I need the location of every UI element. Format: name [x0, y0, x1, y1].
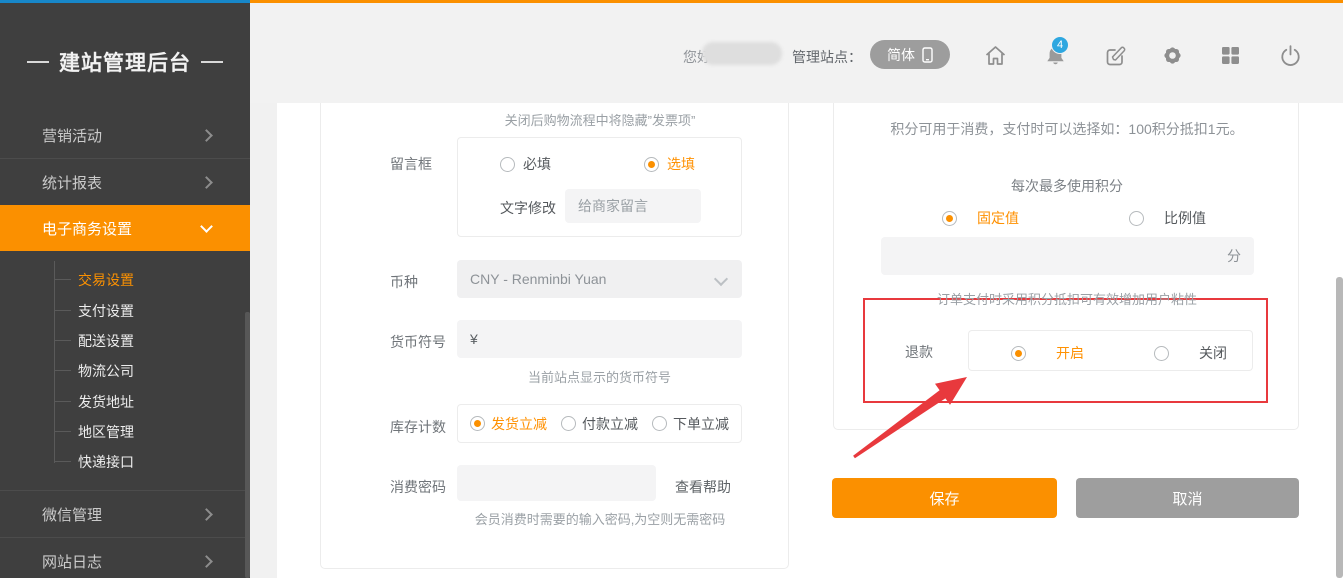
consume-password-input[interactable]: [457, 465, 656, 501]
content-gutter: [250, 103, 277, 578]
stock-count-label: 库存计数: [390, 417, 446, 437]
currency-label: 币种: [390, 272, 418, 292]
title-dash-left: [27, 61, 49, 63]
power-icon[interactable]: [1278, 43, 1303, 68]
message-optional-option[interactable]: 选填: [667, 154, 695, 174]
sidebar-subitem-label: 物流公司: [78, 361, 134, 381]
submenu-tree-tick: [54, 461, 71, 462]
chevron-down-icon: [200, 220, 213, 233]
sidebar-subitem-shipping-address[interactable]: 发货地址: [78, 391, 134, 413]
max-points-label: 每次最多使用积分: [834, 176, 1300, 196]
app-title-text: 建站管理后台: [59, 47, 191, 77]
sidebar-subitem-label: 配送设置: [78, 331, 134, 351]
sidebar-subitem-delivery-settings[interactable]: 配送设置: [78, 330, 134, 352]
message-required-option[interactable]: 必填: [523, 154, 551, 174]
stock-count-group: 发货立减 付款立减 下单立减: [457, 404, 742, 443]
message-optional-radio[interactable]: [644, 157, 659, 172]
points-intro: 积分可用于消费，支付时可以选择如：100积分抵扣1元。: [834, 119, 1300, 139]
submenu-tree-tick: [54, 401, 71, 402]
sidebar-subitem-label: 支付设置: [78, 301, 134, 321]
sidebar-item-site-logs[interactable]: 网站日志: [0, 538, 250, 578]
stock-ship-deduct-radio[interactable]: [470, 416, 485, 431]
submenu-tree-tick: [54, 340, 71, 341]
consume-password-label: 消费密码: [390, 477, 446, 497]
sidebar-item-label: 电子商务设置: [42, 218, 132, 239]
sidebar-subitem-label: 快递接口: [78, 452, 134, 472]
submenu-tree-tick: [54, 310, 71, 311]
message-text-input[interactable]: [565, 189, 701, 223]
managed-site-label: 管理站点：: [792, 47, 862, 67]
edit-icon[interactable]: [1103, 43, 1128, 68]
consume-password-hint: 会员消费时需要的输入密码,为空则无需密码: [425, 509, 775, 528]
sidebar-subitem-region-management[interactable]: 地区管理: [78, 421, 134, 443]
username-redacted: [702, 42, 782, 65]
max-points-input[interactable]: 分: [881, 237, 1254, 275]
site-switch-label: 简体: [887, 45, 915, 65]
stock-pay-deduct-option[interactable]: 付款立减: [582, 414, 638, 434]
chevron-right-icon: [200, 176, 213, 189]
home-icon[interactable]: [983, 43, 1008, 68]
message-required-radio[interactable]: [500, 157, 515, 172]
stock-pay-deduct-radio[interactable]: [561, 416, 576, 431]
sidebar-subitem-label: 交易设置: [78, 270, 134, 290]
sidebar-item-label: 网站日志: [42, 551, 102, 572]
sidebar-subitem-label: 发货地址: [78, 392, 134, 412]
ratio-value-radio[interactable]: [1129, 211, 1144, 226]
sidebar-subitem-payment-settings[interactable]: 支付设置: [78, 300, 134, 322]
sidebar: 建站管理后台 营销活动 统计报表 电子商务设置 交易设置 支付设置 配送设置 物…: [0, 3, 250, 578]
stock-ship-deduct-option[interactable]: 发货立减: [491, 414, 547, 434]
message-box-label: 留言框: [390, 154, 432, 174]
sidebar-subitem-trade-settings[interactable]: 交易设置: [78, 269, 134, 291]
message-box-group: 必填 选填 文字修改: [457, 137, 742, 237]
stock-order-deduct-option[interactable]: 下单立减: [673, 414, 729, 434]
site-switch-button[interactable]: 简体: [870, 40, 950, 69]
title-dash-right: [201, 61, 223, 63]
sidebar-item-wechat[interactable]: 微信管理: [0, 491, 250, 537]
fixed-value-radio[interactable]: [942, 211, 957, 226]
notification-badge: 4: [1051, 36, 1069, 54]
cancel-button[interactable]: 取消: [1076, 478, 1299, 518]
ratio-value-option[interactable]: 比例值: [1164, 208, 1206, 228]
save-button[interactable]: 保存: [832, 478, 1057, 518]
annotation-red-arrow: [840, 370, 980, 470]
fixed-value-option[interactable]: 固定值: [977, 208, 1019, 228]
sidebar-item-label: 营销活动: [42, 125, 102, 146]
currency-select[interactable]: CNY - Renminbi Yuan: [457, 260, 742, 298]
chevron-right-icon: [200, 129, 213, 142]
page-scrollbar[interactable]: [1336, 277, 1343, 578]
currency-selected-value: CNY - Renminbi Yuan: [470, 271, 606, 287]
header: 您好 管理站点： 简体 4: [250, 3, 1343, 103]
app-root: 建站管理后台 营销活动 统计报表 电子商务设置 交易设置 支付设置 配送设置 物…: [0, 0, 1343, 578]
submenu-tree-tick: [54, 279, 71, 280]
points-note: 订单支付时采用积分抵扣可有效增加用户粘性: [834, 289, 1300, 308]
stock-order-deduct-radio[interactable]: [652, 416, 667, 431]
trade-settings-panel: 关闭后购物流程中将隐藏”发票项” 留言框 必填 选填 文字修改 币种 CNY -…: [320, 103, 789, 569]
sidebar-subitem-logistics-company[interactable]: 物流公司: [78, 360, 134, 382]
text-edit-label: 文字修改: [500, 198, 556, 218]
sidebar-subitem-label: 地区管理: [78, 422, 134, 442]
sidebar-item-label: 统计报表: [42, 172, 102, 193]
sidebar-subitem-express-interface[interactable]: 快递接口: [78, 451, 134, 473]
gear-icon[interactable]: [1160, 43, 1185, 68]
chevron-down-icon: [714, 272, 728, 286]
sidebar-item-marketing[interactable]: 营销活动: [0, 112, 250, 158]
currency-symbol-hint: 当前站点显示的货币符号: [457, 367, 742, 386]
view-help-link[interactable]: 查看帮助: [675, 477, 731, 497]
points-unit-suffix: 分: [1227, 248, 1241, 264]
sidebar-item-label: 微信管理: [42, 504, 102, 525]
submenu-tree-line: [54, 261, 55, 463]
sidebar-item-ecommerce-settings[interactable]: 电子商务设置: [0, 205, 250, 251]
chevron-right-icon: [200, 555, 213, 568]
sidebar-item-reports[interactable]: 统计报表: [0, 159, 250, 205]
invoice-hint: 关闭后购物流程中将隐藏”发票项”: [438, 110, 762, 129]
app-title: 建站管理后台: [0, 45, 250, 79]
submenu-tree-tick: [54, 431, 71, 432]
phone-icon: [922, 47, 933, 63]
currency-symbol-label: 货币符号: [390, 332, 446, 352]
currency-symbol-input[interactable]: [457, 320, 742, 358]
chevron-right-icon: [200, 508, 213, 521]
submenu-tree-tick: [54, 370, 71, 371]
grid-icon[interactable]: [1218, 43, 1243, 68]
